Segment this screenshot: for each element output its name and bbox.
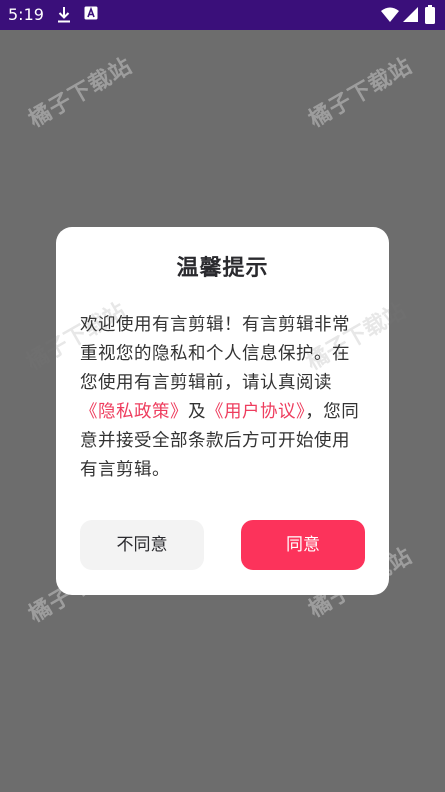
dialog-message: 欢迎使用有言剪辑！有言剪辑非常重视您的隐私和个人信息保护。在您使用有言剪辑前，请… — [80, 311, 367, 485]
user-agreement-link[interactable]: 《用户协议》 — [206, 402, 305, 422]
status-time: 5:19 — [8, 5, 44, 24]
privacy-policy-link[interactable]: 《隐私政策》 — [80, 402, 188, 422]
watermark: 橘子下载站 — [24, 53, 137, 133]
watermark: 橘子下载站 — [304, 53, 417, 133]
status-bar: 5:19 — [0, 0, 445, 30]
message-conjunction: 及 — [188, 402, 206, 422]
agree-button[interactable]: 同意 — [241, 520, 365, 570]
privacy-dialog: 橘子下载站 橘子下载站 温馨提示 欢迎使用有言剪辑！有言剪辑非常重视您的隐私和个… — [22, 227, 410, 595]
font-app-icon — [84, 6, 98, 20]
wifi-icon — [381, 7, 399, 22]
signal-icon — [403, 7, 418, 22]
disagree-button[interactable]: 不同意 — [80, 520, 204, 570]
message-text: 欢迎使用有言剪辑！有言剪辑非常重视您的隐私和个人信息保护。在您使用有言剪辑前，请… — [80, 315, 350, 393]
download-icon — [58, 7, 70, 23]
dialog-title: 温馨提示 — [176, 256, 269, 281]
battery-icon — [425, 5, 435, 24]
